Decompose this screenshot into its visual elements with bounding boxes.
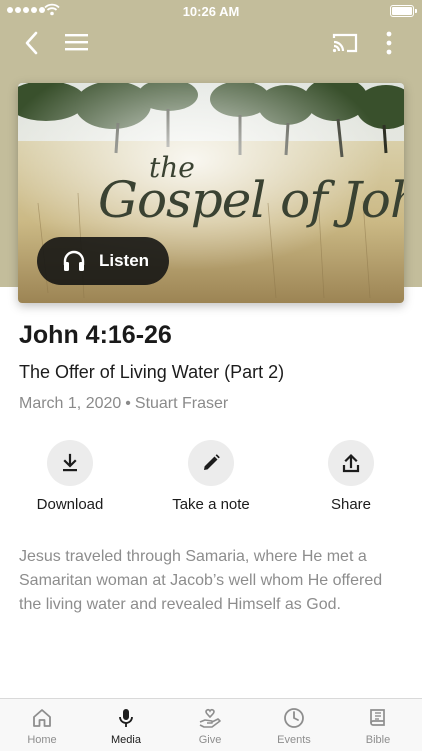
give-icon <box>199 708 221 728</box>
download-button[interactable]: Download <box>10 440 130 513</box>
tab-events[interactable]: Events <box>252 699 336 751</box>
meta-separator: • <box>125 395 131 412</box>
share-label: Share <box>330 496 372 513</box>
pencil-icon-circle <box>188 440 234 486</box>
tab-give[interactable]: Give <box>168 699 252 751</box>
sermon-description: Jesus traveled through Samaria, where He… <box>19 548 383 613</box>
share-icon <box>342 453 360 473</box>
listen-button[interactable]: Listen <box>37 237 169 285</box>
microphone-icon <box>119 709 133 727</box>
home-icon <box>33 709 51 727</box>
scripture-reference: John 4:16-26 <box>19 321 172 349</box>
tab-events-label: Events <box>277 734 311 746</box>
tab-give-label: Give <box>198 734 222 746</box>
tab-media[interactable]: Media <box>84 699 168 751</box>
cast-icon[interactable] <box>332 32 358 54</box>
tab-bar: Home Media Give Events Bible <box>0 698 422 751</box>
sermon-speaker: Stuart Fraser <box>134 395 229 412</box>
back-arrow-icon[interactable] <box>20 30 44 56</box>
tab-bible[interactable]: Bible <box>336 699 420 751</box>
download-label: Download <box>36 496 104 513</box>
share-icon-circle <box>328 440 374 486</box>
download-icon-circle <box>47 440 93 486</box>
listen-label: Listen <box>99 251 150 270</box>
tab-home-label: Home <box>27 734 57 746</box>
status-bar: 10:26 AM <box>0 0 422 22</box>
tab-home[interactable]: Home <box>0 699 84 751</box>
download-icon <box>63 453 77 472</box>
take-note-label: Take a note <box>172 496 250 513</box>
more-options-icon[interactable] <box>382 30 396 56</box>
bible-icon <box>370 709 385 726</box>
sermon-title: The Offer of Living Water (Part 2) <box>19 362 285 382</box>
battery-icon <box>390 5 417 17</box>
take-note-button[interactable]: Take a note <box>151 440 271 513</box>
share-button[interactable]: Share <box>291 440 411 513</box>
sermon-meta: March 1, 2020 • Stuart Fraser <box>19 395 228 413</box>
status-time: 10:26 AM <box>182 4 240 19</box>
headphones-icon <box>63 250 85 271</box>
pencil-icon <box>204 454 220 470</box>
hamburger-menu-icon[interactable] <box>64 32 90 52</box>
tab-bible-label: Bible <box>365 734 391 746</box>
series-title-main: Gospel of John <box>98 171 404 229</box>
clock-icon <box>284 708 304 728</box>
series-title: the Gospel of John <box>18 151 404 235</box>
sermon-date: March 1, 2020 <box>19 395 122 412</box>
tab-media-label: Media <box>111 734 141 746</box>
